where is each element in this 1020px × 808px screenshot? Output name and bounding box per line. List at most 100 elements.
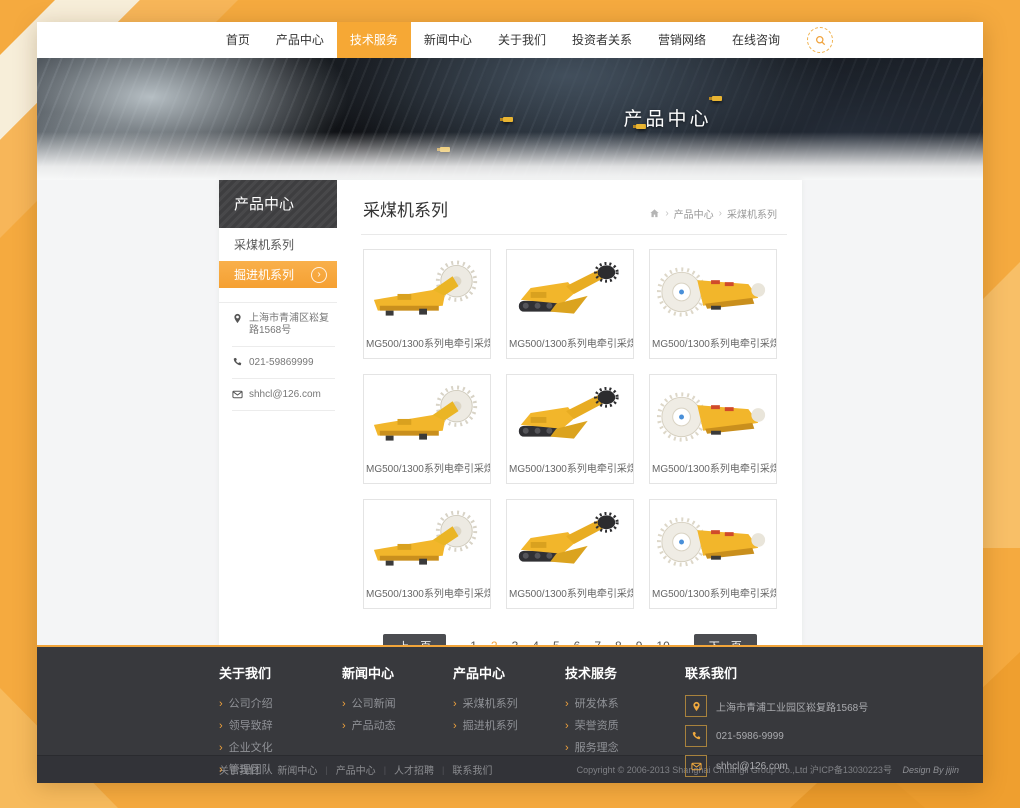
product-title: MG500/1300系列电牵引采煤机 — [650, 579, 776, 608]
bottom-link-jobs[interactable]: 人才招聘 — [394, 762, 434, 777]
main-header: 采煤机系列 › 产品中心 › 采煤机系列 — [361, 180, 787, 235]
sidebar-item-roadheader-series[interactable]: 掘进机系列 › — [219, 261, 337, 288]
bullet-icon: › — [219, 764, 223, 776]
footer-col-title: 产品中心 — [453, 663, 518, 682]
nav-item-investor[interactable]: 投资者关系 — [559, 22, 645, 58]
footer-link-team[interactable]: ›管理团队 — [219, 761, 273, 777]
product-image-shearer — [364, 250, 490, 329]
breadcrumb-separator: › — [665, 208, 668, 219]
product-image-discwheel — [650, 500, 776, 579]
product-image-roadheader — [507, 250, 633, 329]
product-card[interactable]: MG500/1300系列电牵引采煤机 — [506, 499, 634, 609]
bullet-icon: › — [219, 698, 223, 710]
bullet-icon: › — [342, 698, 346, 710]
nav-item-tech-service[interactable]: 技术服务 — [337, 22, 411, 58]
sidebar-phone-row: 021-59869999 — [232, 347, 335, 379]
search-button[interactable] — [807, 27, 833, 53]
product-image-shearer — [364, 500, 490, 579]
content-area: 产品中心 采煤机系列 掘进机系列 › 上海市青浦区崧复路1568号 021-59… — [37, 180, 983, 645]
footer-link-shearer-series[interactable]: ›采煤机系列 — [453, 695, 518, 711]
separator: | — [442, 765, 444, 775]
footer-email: shhcl@126.com — [716, 761, 788, 772]
footer-link-product-news[interactable]: ›产品动态 — [342, 717, 396, 733]
product-image-discwheel — [650, 375, 776, 454]
bullet-icon: › — [565, 720, 569, 732]
sidebar-address-row: 上海市青浦区崧复路1568号 — [232, 303, 335, 347]
footer-phone-row: 021-5986-9999 — [685, 725, 868, 747]
product-card[interactable]: MG500/1300系列电牵引采煤机 — [363, 499, 491, 609]
phone-icon — [232, 357, 243, 368]
product-card[interactable]: MG500/1300系列电牵引采煤机 — [649, 499, 777, 609]
product-title: MG500/1300系列电牵引采煤机 — [364, 579, 490, 608]
product-card[interactable]: MG500/1300系列电牵引采煤机 — [363, 249, 491, 359]
bullet-icon: › — [219, 720, 223, 732]
product-title: MG500/1300系列电牵引采煤机 — [650, 454, 776, 483]
page-title: 采煤机系列 — [363, 196, 448, 221]
product-image-discwheel — [650, 250, 776, 329]
footer-link-rd-system[interactable]: ›研发体系 — [565, 695, 619, 711]
nav-item-home[interactable]: 首页 — [213, 22, 263, 58]
sidebar-contact: 上海市青浦区崧复路1568号 021-59869999 shhcl@126.co… — [219, 302, 337, 411]
design-credit: Design By jijin — [902, 765, 959, 775]
top-nav: 首页 产品中心 技术服务 新闻中心 关于我们 投资者关系 营销网络 在线咨询 — [37, 22, 983, 58]
separator: | — [325, 765, 327, 775]
mine-truck — [503, 117, 513, 122]
footer-col-news: 新闻中心 ›公司新闻 ›产品动态 — [342, 663, 396, 739]
nav-item-marketing[interactable]: 营销网络 — [645, 22, 719, 58]
sidebar-item-shearer-series[interactable]: 采煤机系列 — [219, 228, 337, 261]
footer-phone: 021-5986-9999 — [716, 731, 784, 742]
page-card: 首页 产品中心 技术服务 新闻中心 关于我们 投资者关系 营销网络 在线咨询 产… — [37, 22, 983, 782]
footer-col-title: 技术服务 — [565, 663, 619, 682]
footer-link-company-intro[interactable]: ›公司介绍 — [219, 695, 273, 711]
nav-item-products[interactable]: 产品中心 — [263, 22, 337, 58]
product-card[interactable]: MG500/1300系列电牵引采煤机 — [363, 374, 491, 484]
footer-col-tech: 技术服务 ›研发体系 ›荣誉资质 ›服务理念 — [565, 663, 619, 761]
footer-link-leader-speech[interactable]: ›领导致辞 — [219, 717, 273, 733]
sidebar-item-label: 掘进机系列 — [234, 266, 294, 283]
product-card[interactable]: MG500/1300系列电牵引采煤机 — [506, 374, 634, 484]
footer-link-honors[interactable]: ›荣誉资质 — [565, 717, 619, 733]
footer-col-products: 产品中心 ›采煤机系列 ›掘进机系列 — [453, 663, 518, 739]
bullet-icon: › — [565, 698, 569, 710]
sidebar-email: shhcl@126.com — [249, 389, 321, 401]
chevron-right-icon: › — [311, 267, 327, 283]
mail-icon — [232, 389, 243, 400]
product-title: MG500/1300系列电牵引采煤机 — [507, 579, 633, 608]
sidebar: 产品中心 采煤机系列 掘进机系列 › 上海市青浦区崧复路1568号 021-59… — [219, 180, 337, 411]
sidebar-title: 产品中心 — [219, 180, 337, 228]
separator: | — [384, 765, 386, 775]
hero-banner: 产品中心 — [37, 58, 983, 180]
bullet-icon: › — [219, 742, 223, 754]
footer-link-service-concept[interactable]: ›服务理念 — [565, 739, 619, 755]
product-title: MG500/1300系列电牵引采煤机 — [507, 329, 633, 358]
bullet-icon: › — [453, 720, 457, 732]
phone-icon — [685, 725, 707, 747]
nav-item-online-consult[interactable]: 在线咨询 — [719, 22, 793, 58]
footer-col-about: 关于我们 ›公司介绍 ›领导致辞 ›企业文化 ›管理团队 — [219, 663, 273, 783]
product-card[interactable]: MG500/1300系列电牵引采煤机 — [506, 249, 634, 359]
nav-item-about[interactable]: 关于我们 — [485, 22, 559, 58]
home-icon[interactable] — [649, 208, 660, 219]
footer-col-contact: 联系我们 上海市青浦工业园区崧复路1568号 021-5986-9999 shh… — [685, 663, 868, 785]
bottom-link-news[interactable]: 新闻中心 — [277, 762, 317, 777]
nav-item-news[interactable]: 新闻中心 — [411, 22, 485, 58]
breadcrumb-current: 采煤机系列 — [727, 206, 777, 221]
product-card[interactable]: MG500/1300系列电牵引采煤机 — [649, 374, 777, 484]
bullet-icon: › — [565, 742, 569, 754]
main-panel: 采煤机系列 › 产品中心 › 采煤机系列 MG500/1300系列电牵引采煤机 … — [361, 180, 787, 658]
footer-link-culture[interactable]: ›企业文化 — [219, 739, 273, 755]
footer-address-row: 上海市青浦工业园区崧复路1568号 — [685, 695, 868, 717]
breadcrumb-products[interactable]: 产品中心 — [674, 206, 714, 221]
footer-link-roadheader-series[interactable]: ›掘进机系列 — [453, 717, 518, 733]
location-icon — [232, 313, 243, 324]
bottom-link-products[interactable]: 产品中心 — [336, 762, 376, 777]
sidebar-address: 上海市青浦区崧复路1568号 — [249, 313, 335, 337]
product-image-roadheader — [507, 500, 633, 579]
mail-icon — [685, 755, 707, 777]
footer-link-company-news[interactable]: ›公司新闻 — [342, 695, 396, 711]
bottom-link-contact[interactable]: 联系我们 — [452, 762, 492, 777]
breadcrumb-separator: › — [719, 208, 722, 219]
product-card[interactable]: MG500/1300系列电牵引采煤机 — [649, 249, 777, 359]
product-title: MG500/1300系列电牵引采煤机 — [650, 329, 776, 358]
sidebar-email-row: shhcl@126.com — [232, 379, 335, 411]
